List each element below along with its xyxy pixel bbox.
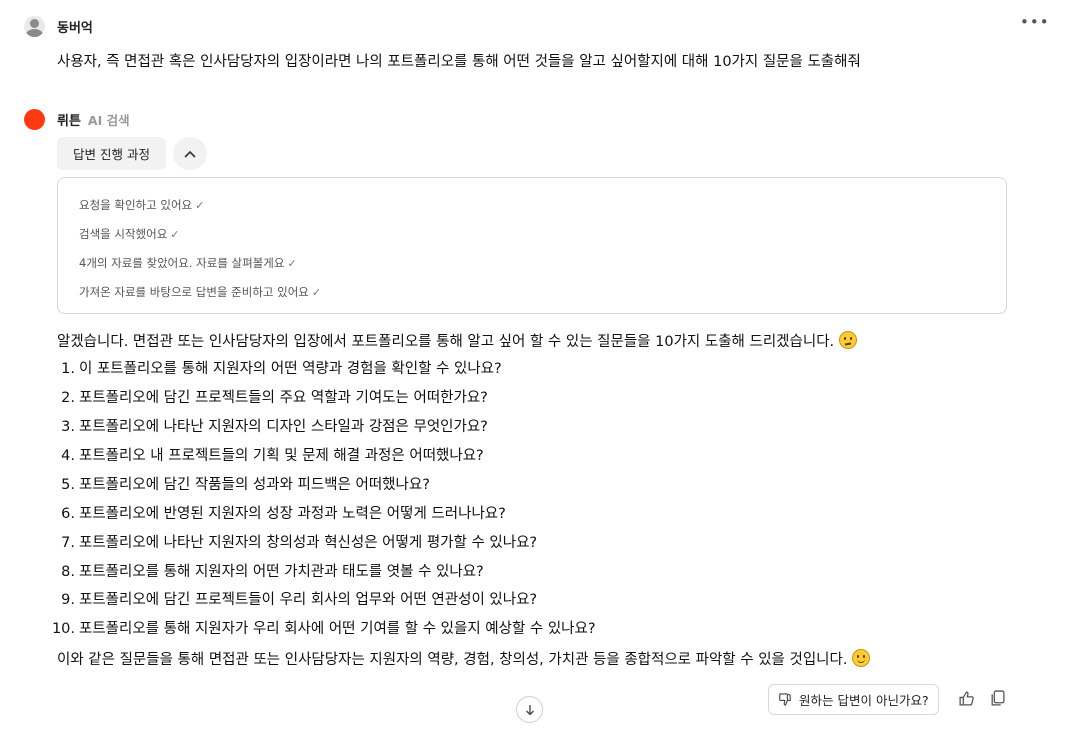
list-item: 8. 포트폴리오를 통해 지원자의 어떤 가치관과 태도를 엿볼 수 있나요? <box>47 563 484 581</box>
feedback-button[interactable]: 원하는 답변이 아닌가요? <box>768 684 939 715</box>
list-item: 4. 포트폴리오 내 프로젝트들의 기획 및 문제 해결 과정은 어떠했나요? <box>47 447 484 465</box>
user-name: 동버억 <box>57 21 93 36</box>
list-number: 4. <box>61 448 75 464</box>
step-label: 요청을 확인하고 있어요 <box>79 198 193 212</box>
feedback-label: 원하는 답변이 아닌가요? <box>799 693 929 708</box>
list-item: 7. 포트폴리오에 나타난 지원자의 창의성과 혁신성은 어떻게 평가할 수 있나… <box>47 534 537 552</box>
list-text: 포트폴리오를 통해 지원자가 우리 회사에 어떤 기여를 할 수 있을지 예상할… <box>79 621 596 637</box>
check-icon: ✓ <box>311 286 322 299</box>
list-item: 2. 포트폴리오에 담긴 프로젝트들의 주요 역할과 기여도는 어떠한가요? <box>47 389 488 407</box>
bot-message-header: 뤼튼 AI 검색 <box>24 109 130 130</box>
progress-step: 4개의 자료를 찾았어요. 자료를 살펴볼게요 ✓ <box>79 255 297 271</box>
thumbs-down-icon <box>779 693 791 706</box>
list-text: 포트폴리오에 나타난 지원자의 창의성과 혁신성은 어떻게 평가할 수 있나요? <box>79 535 538 551</box>
answer-intro: 알겠습니다. 면접관 또는 인사담당자의 입장에서 포트폴리오를 통해 알고 싶… <box>57 331 858 351</box>
arrow-down-icon <box>525 704 534 715</box>
list-number: 6. <box>61 506 75 522</box>
list-text: 포트폴리오를 통해 지원자의 어떤 가치관과 태도를 엿볼 수 있나요? <box>79 564 484 580</box>
list-item: 6. 포트폴리오에 반영된 지원자의 성장 과정과 노력은 어떻게 드러나나요? <box>47 505 506 523</box>
list-number: 5. <box>61 477 75 493</box>
user-message-header: 동버억 <box>24 16 93 37</box>
list-item: 5. 포트폴리오에 담긴 작품들의 성과와 피드백은 어떠했나요? <box>47 476 430 494</box>
scroll-down-button[interactable] <box>516 696 543 723</box>
bot-avatar <box>24 109 45 130</box>
copy-icon[interactable] <box>990 690 1005 707</box>
user-avatar <box>24 16 45 37</box>
list-text: 포트폴리오에 나타난 지원자의 디자인 스타일과 강점은 무엇인가요? <box>79 419 488 435</box>
collapse-progress-button[interactable] <box>173 137 207 170</box>
list-text: 포트폴리오에 담긴 작품들의 성과와 피드백은 어떠했나요? <box>79 477 430 493</box>
step-label: 가져온 자료를 바탕으로 답변을 준비하고 있어요 <box>79 285 309 299</box>
list-item: 1. 이 포트폴리오를 통해 지원자의 어떤 역량과 경험을 확인할 수 있나요? <box>47 360 502 378</box>
thumbs-up-icon[interactable] <box>958 690 975 707</box>
progress-step: 가져온 자료를 바탕으로 답변을 준비하고 있어요 ✓ <box>79 284 321 300</box>
list-item: 9. 포트폴리오에 담긴 프로젝트들이 우리 회사의 업무와 어떤 연관성이 있나… <box>47 591 537 609</box>
answer-outro: 이와 같은 질문들을 통해 면접관 또는 인사담당자는 지원자의 역량, 경험,… <box>57 649 871 669</box>
list-number: 7. <box>61 535 75 551</box>
list-text: 포트폴리오 내 프로젝트들의 기획 및 문제 해결 과정은 어떠했나요? <box>79 448 484 464</box>
bot-name: 뤼튼 <box>57 114 81 129</box>
step-label: 검색을 시작했어요 <box>79 227 168 241</box>
list-number: 8. <box>61 564 75 580</box>
progress-step: 검색을 시작했어요 ✓ <box>79 226 180 242</box>
list-text: 포트폴리오에 담긴 프로젝트들의 주요 역할과 기여도는 어떠한가요? <box>79 390 488 406</box>
answer-outro-text: 이와 같은 질문들을 통해 면접관 또는 인사담당자는 지원자의 역량, 경험,… <box>57 652 848 668</box>
list-text: 포트폴리오에 반영된 지원자의 성장 과정과 노력은 어떻게 드러나나요? <box>79 506 506 522</box>
list-item: 10. 포트폴리오를 통해 지원자가 우리 회사에 어떤 기여를 할 수 있을지 … <box>47 620 596 638</box>
bot-mode-badge: AI 검색 <box>87 113 130 128</box>
list-item: 3. 포트폴리오에 나타난 지원자의 디자인 스타일과 강점은 무엇인가요? <box>47 418 488 436</box>
answer-progress-button[interactable]: 답변 진행 과정 <box>57 137 166 170</box>
list-number: 1. <box>61 361 75 377</box>
more-options-icon[interactable]: ••• <box>1020 13 1050 31</box>
list-text: 포트폴리오에 담긴 프로젝트들이 우리 회사의 업무와 어떤 연관성이 있나요? <box>79 592 538 608</box>
progress-step: 요청을 확인하고 있어요 ✓ <box>79 197 204 213</box>
answer-intro-text: 알겠습니다. 면접관 또는 인사담당자의 입장에서 포트폴리오를 통해 알고 싶… <box>57 334 835 350</box>
thinking-face-icon <box>839 331 858 349</box>
check-icon: ✓ <box>195 199 205 212</box>
chevron-up-icon <box>184 150 196 158</box>
check-icon: ✓ <box>170 228 180 241</box>
user-question: 사용자, 즉 면접관 혹은 인사담당자의 입장이라면 나의 포트폴리오를 통해 … <box>57 54 861 70</box>
step-label: 4개의 자료를 찾았어요. 자료를 살펴볼게요 <box>79 256 285 270</box>
list-number: 2. <box>61 390 75 406</box>
list-number: 9. <box>61 592 75 608</box>
check-icon: ✓ <box>287 257 297 270</box>
progress-steps-panel: 요청을 확인하고 있어요 ✓ 검색을 시작했어요 ✓ 4개의 자료를 찾았어요. 자… <box>57 177 1007 314</box>
smiling-face-icon <box>852 649 871 667</box>
list-number: 10. <box>51 621 75 637</box>
list-number: 3. <box>61 419 75 435</box>
list-text: 이 포트폴리오를 통해 지원자의 어떤 역량과 경험을 확인할 수 있나요? <box>79 361 502 377</box>
